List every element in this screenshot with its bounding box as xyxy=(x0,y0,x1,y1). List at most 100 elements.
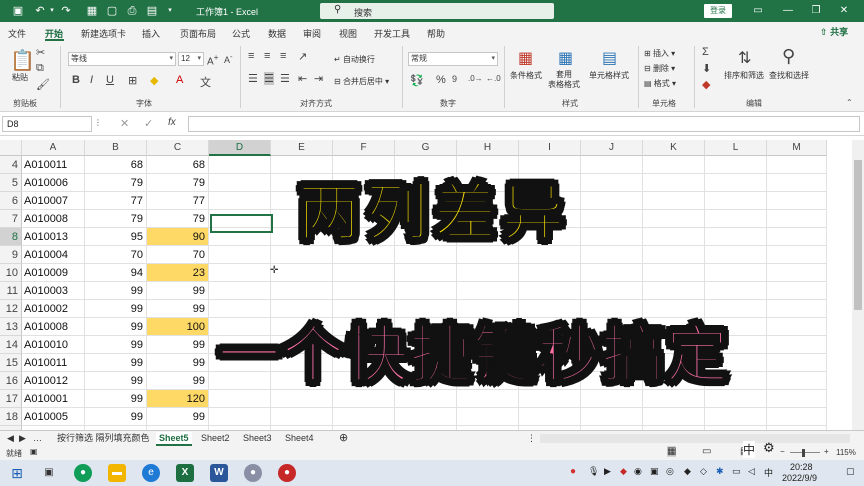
cut-icon[interactable]: ✂ xyxy=(36,46,45,59)
table-cell[interactable]: A010013 xyxy=(22,228,85,246)
table-cell[interactable] xyxy=(457,408,519,426)
row-header[interactable]: 7 xyxy=(0,210,22,228)
conditional-format-icon[interactable]: ▦ xyxy=(518,48,533,68)
redo-icon[interactable]: ↷ xyxy=(58,3,74,19)
sheet-nav-next-icon[interactable]: ▶ xyxy=(16,432,29,446)
sheet-tab-sheet3[interactable]: Sheet3 xyxy=(240,432,275,446)
tab-data[interactable]: 数据 xyxy=(268,27,286,40)
bold-icon[interactable]: B xyxy=(72,74,80,86)
row-header[interactable]: 9 xyxy=(0,246,22,264)
tab-help[interactable]: 帮助 xyxy=(427,27,445,40)
table-cell[interactable] xyxy=(581,174,643,192)
row-header[interactable]: 10 xyxy=(0,264,22,282)
search-box[interactable]: ⚲ 搜索 xyxy=(320,3,554,19)
table-cell[interactable] xyxy=(519,282,581,300)
increase-decimal-icon[interactable]: .0→ xyxy=(468,74,483,83)
shrink-font-icon[interactable]: A- xyxy=(224,52,233,65)
zoom-out-icon[interactable]: − xyxy=(780,447,785,456)
table-cell[interactable] xyxy=(767,174,827,192)
table-cell[interactable] xyxy=(767,318,827,336)
font-size-select[interactable]: 12 ▾ xyxy=(178,52,204,66)
table-cell[interactable]: A010008 xyxy=(22,210,85,228)
column-header[interactable]: G xyxy=(395,140,457,156)
font-name-select[interactable]: 等线 ▾ xyxy=(68,52,176,66)
table-cell[interactable] xyxy=(705,408,767,426)
table-cell[interactable]: 120 xyxy=(147,390,209,408)
windows-start-icon[interactable]: ⊞ xyxy=(8,464,26,482)
zoom-slider[interactable] xyxy=(790,452,820,453)
table-cell[interactable]: 23 xyxy=(147,264,209,282)
table-cell[interactable]: 99 xyxy=(147,408,209,426)
row-header[interactable]: 12 xyxy=(0,300,22,318)
row-header[interactable]: 15 xyxy=(0,354,22,372)
table-cell[interactable]: A010011 xyxy=(22,354,85,372)
table-cell[interactable] xyxy=(705,264,767,282)
customize-qat-icon[interactable]: ▾ xyxy=(162,3,178,19)
align-middle-icon[interactable]: ≡ xyxy=(264,50,270,62)
zoom-slider-thumb[interactable] xyxy=(802,449,805,457)
sheet-tab-sheet2[interactable]: Sheet2 xyxy=(198,432,233,446)
ime-settings-icon[interactable]: ⚙ xyxy=(763,440,775,456)
table-cell[interactable]: 77 xyxy=(85,192,147,210)
tray-app2-icon[interactable]: ◆ xyxy=(684,466,691,477)
open-icon[interactable]: ▤ xyxy=(144,3,160,19)
table-cell[interactable]: 70 xyxy=(85,246,147,264)
table-cell[interactable]: 99 xyxy=(147,282,209,300)
table-cell[interactable] xyxy=(643,210,705,228)
column-header[interactable]: D xyxy=(209,140,271,156)
table-cell[interactable]: 99 xyxy=(85,336,147,354)
table-cell[interactable] xyxy=(767,300,827,318)
notification-icon[interactable]: ▢ xyxy=(846,466,855,477)
column-header[interactable]: B xyxy=(85,140,147,156)
table-cell[interactable]: 77 xyxy=(147,192,209,210)
name-box[interactable]: D8 xyxy=(2,116,92,132)
normal-view-icon[interactable]: ▦ xyxy=(667,446,677,457)
restore-icon[interactable]: ❐ xyxy=(808,2,824,20)
table-cell[interactable] xyxy=(705,174,767,192)
table-cell[interactable] xyxy=(209,408,271,426)
row-header[interactable]: 16 xyxy=(0,372,22,390)
table-cell[interactable] xyxy=(767,372,827,390)
table-cell[interactable]: 94 xyxy=(85,264,147,282)
ribbon-display-icon[interactable]: ▭ xyxy=(750,2,766,20)
fill-color-icon[interactable]: ◆ xyxy=(150,74,158,87)
table-cell[interactable]: 79 xyxy=(85,210,147,228)
clock-date[interactable]: 2022/9/9 xyxy=(782,473,817,483)
table-cell[interactable] xyxy=(643,156,705,174)
tab-split-icon[interactable]: ⋮ xyxy=(524,432,539,446)
wechat-tray-icon[interactable]: ◎ xyxy=(666,466,674,477)
number-format-select[interactable]: 常规 ▾ xyxy=(408,52,498,66)
font-color-icon[interactable]: A xyxy=(176,74,183,86)
column-header[interactable]: H xyxy=(457,140,519,156)
table-cell[interactable]: A010005 xyxy=(22,408,85,426)
table-cell[interactable]: 99 xyxy=(85,354,147,372)
tab-view[interactable]: 视图 xyxy=(339,27,357,40)
edge-icon[interactable]: e xyxy=(142,464,160,482)
align-center-icon[interactable]: ☰ xyxy=(264,72,274,85)
row-header[interactable]: 13 xyxy=(0,318,22,336)
table-cell[interactable] xyxy=(767,264,827,282)
table-cell[interactable] xyxy=(767,336,827,354)
page-layout-view-icon[interactable]: ▭ xyxy=(702,446,711,457)
task-view-icon[interactable]: ▣ xyxy=(40,464,58,482)
find-select-label[interactable]: 查找和选择 xyxy=(769,70,809,81)
column-header[interactable]: M xyxy=(767,140,827,156)
sheet-nav-more-icon[interactable]: … xyxy=(30,432,45,446)
table-cell[interactable] xyxy=(209,264,271,282)
table-cell[interactable] xyxy=(705,282,767,300)
app-icon[interactable]: ● xyxy=(244,464,262,482)
table-cell[interactable]: A010010 xyxy=(22,336,85,354)
word-icon[interactable]: W xyxy=(210,464,228,482)
delete-cells-button[interactable]: ⊟ 删除 ▾ xyxy=(644,63,675,74)
horizontal-scrollbar[interactable] xyxy=(540,434,850,443)
table-cell[interactable]: 99 xyxy=(85,408,147,426)
tab-review[interactable]: 审阅 xyxy=(303,27,321,40)
table-cell[interactable]: A010008 xyxy=(22,318,85,336)
tab-file[interactable]: 文件 xyxy=(8,27,26,40)
table-cell[interactable] xyxy=(643,228,705,246)
antivirus-tray-icon[interactable]: ◆ xyxy=(620,466,627,477)
table-cell[interactable] xyxy=(705,192,767,210)
align-top-icon[interactable]: ≡ xyxy=(248,50,254,62)
sheet-nav-prev-icon[interactable]: ◀ xyxy=(4,432,17,446)
recorder-icon[interactable]: ● xyxy=(278,464,296,482)
